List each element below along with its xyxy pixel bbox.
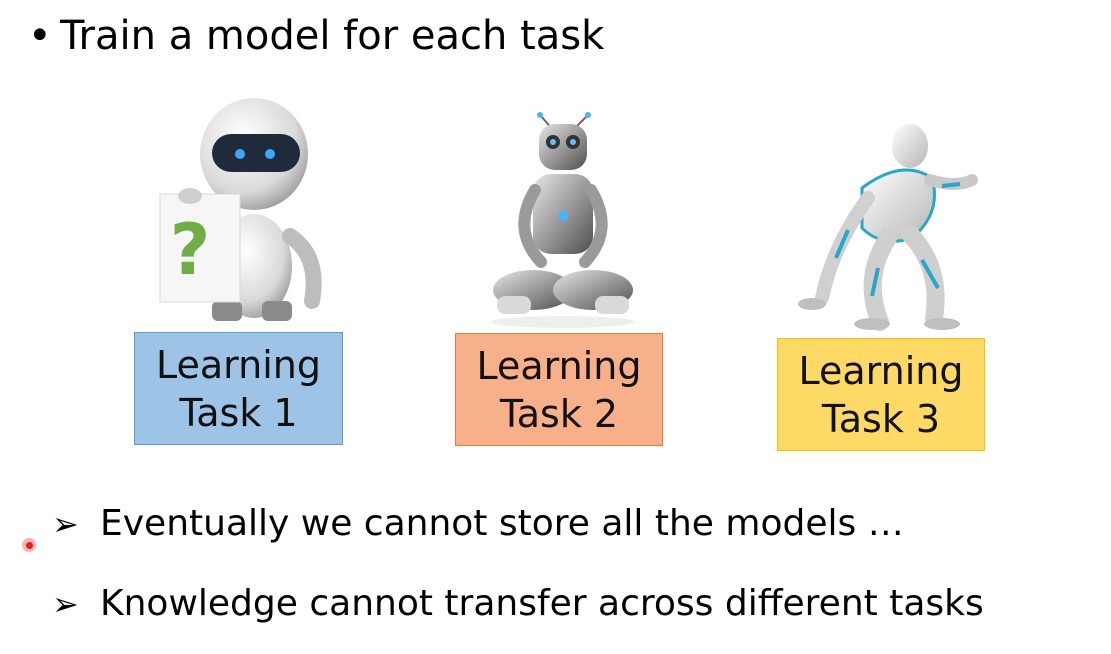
crouching-robot-image xyxy=(792,118,992,333)
question-sign-text: ? xyxy=(170,209,211,291)
task-2-label-line2: Task 2 xyxy=(499,391,619,436)
point-transfer: ➢ Knowledge cannot transfer across differ… xyxy=(52,582,984,626)
slide-title: Train a model for each task xyxy=(60,13,605,59)
bullet-dot: • xyxy=(28,13,52,59)
learning-task-2-box: Learning Task 2 xyxy=(455,333,663,446)
task-1-label-line2: Task 1 xyxy=(179,390,298,435)
task-2-label-line1: Learning xyxy=(476,343,642,388)
point-storage: ➢ Eventually we cannot store all the mode… xyxy=(52,502,904,546)
slide-title-bullet: • Train a model for each task xyxy=(28,10,604,62)
point-storage-text: Eventually we cannot store all the model… xyxy=(100,503,904,544)
task-3-label-line2: Task 3 xyxy=(821,396,941,441)
learning-task-1-box: Learning Task 1 xyxy=(134,332,343,445)
arrow-bullet-icon: ➢ xyxy=(52,585,79,623)
sitting-robot-image xyxy=(483,100,643,330)
arrow-bullet-icon: ➢ xyxy=(52,505,79,543)
robot-holding-question-sign-image: ? xyxy=(150,96,330,322)
laser-pointer-icon xyxy=(22,538,36,552)
task-1-label-line1: Learning xyxy=(156,342,321,387)
point-transfer-text: Knowledge cannot transfer across differe… xyxy=(100,583,984,624)
task-3-label-line1: Learning xyxy=(798,348,964,393)
slide: • Train a model for each task ? Learning… xyxy=(0,0,1111,654)
learning-task-3-box: Learning Task 3 xyxy=(777,338,985,451)
